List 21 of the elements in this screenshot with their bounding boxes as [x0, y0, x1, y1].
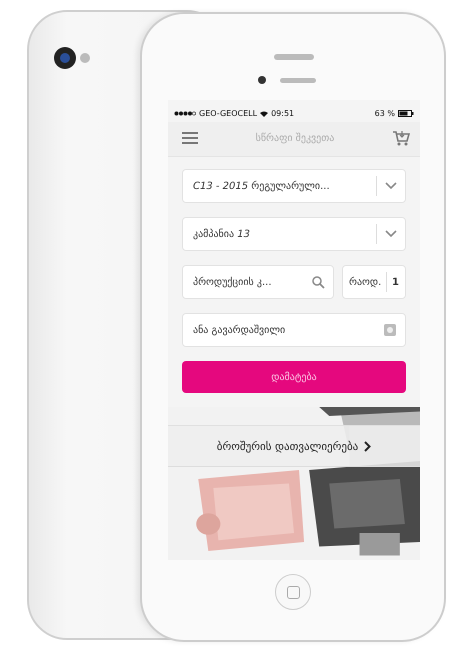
wifi-icon	[260, 110, 268, 116]
dropdown[interactable]: C13 - 2015 რეგულარული...	[182, 169, 406, 203]
clock-time: 09:51	[271, 109, 294, 118]
cart-icon[interactable]	[392, 130, 410, 146]
dropdown[interactable]: კამპანია 13	[182, 217, 406, 251]
menu-icon[interactable]	[182, 132, 198, 144]
carrier-name: GEO-GEOCELL	[199, 109, 258, 118]
chevron-down-icon	[385, 230, 397, 238]
home-button[interactable]	[275, 574, 311, 610]
chevron-down-icon	[385, 182, 397, 190]
quantity-field[interactable]: რაოდ. 1	[342, 265, 406, 299]
battery-icon	[398, 110, 414, 117]
search-icon	[312, 276, 325, 288]
chevron-right-icon	[364, 440, 372, 452]
product-search-field[interactable]: პროდუქციის კ...	[182, 265, 334, 299]
battery-percent: 63 %	[374, 109, 395, 118]
signal-icon	[174, 111, 196, 116]
brochure-link[interactable]: ბროშურის დათვალიერება	[168, 425, 420, 467]
screen-title: სწრაფი შეკვეთა	[256, 132, 334, 144]
customer-field[interactable]: ანა გავარდაშვილი	[182, 313, 406, 347]
camera-icon	[53, 46, 93, 70]
